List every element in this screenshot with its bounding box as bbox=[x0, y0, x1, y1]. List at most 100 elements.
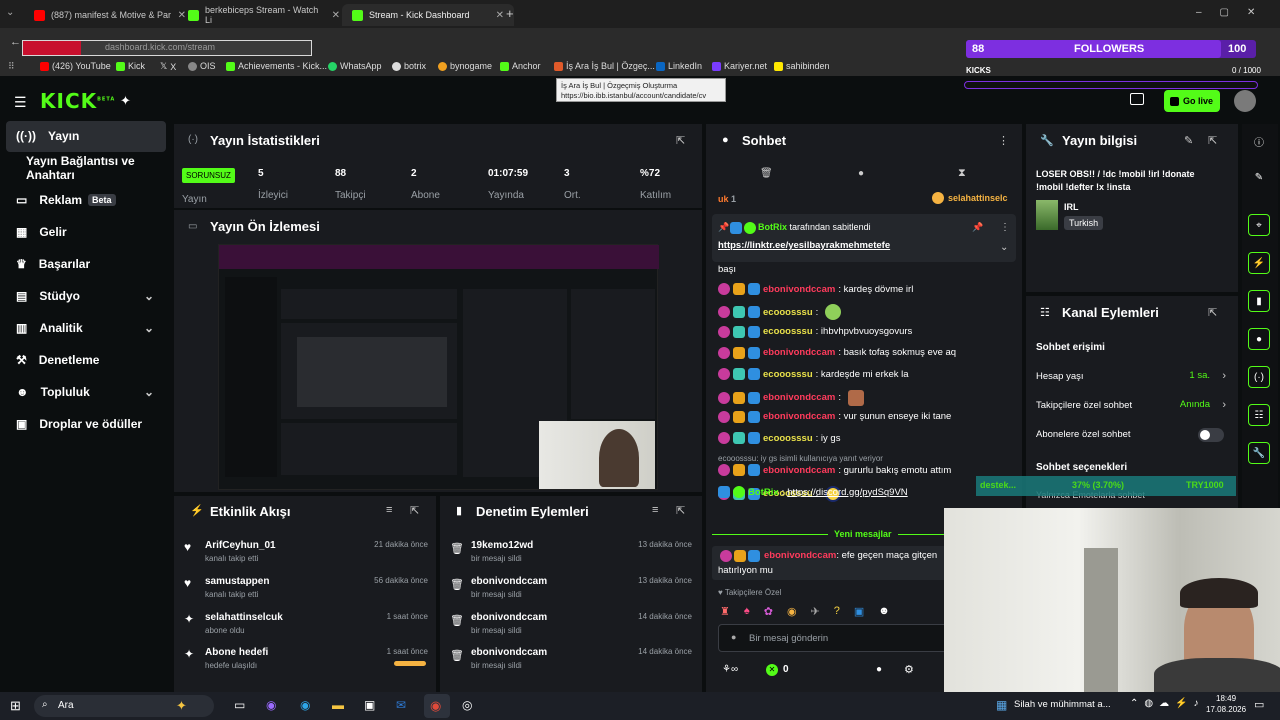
sidebar-item-topluluk[interactable]: ☻ Topluluk ⌄ bbox=[0, 377, 170, 407]
emote-icon[interactable]: ♜ bbox=[720, 605, 730, 618]
address-input[interactable]: dashboard.kick.com/stream bbox=[22, 40, 312, 56]
emote-icon[interactable]: ◉ bbox=[787, 605, 797, 618]
kicks-icon[interactable]: ✕ bbox=[766, 664, 778, 676]
chevron-down-icon[interactable]: ⌄ bbox=[144, 385, 154, 399]
popout-icon[interactable]: ⇱ bbox=[1208, 306, 1217, 319]
followers-only-row[interactable]: Takipçilere özel sohbet Anında › bbox=[1036, 399, 1226, 415]
sidebar-item-basarilar[interactable]: ♛ Başarılar bbox=[0, 249, 170, 279]
sidebar-item-analitik[interactable]: ▥ Analitik ⌄ bbox=[0, 313, 170, 343]
sidebar-item-yayin[interactable]: ((·)) Yayın bbox=[0, 121, 170, 151]
folder-icon[interactable]: ▬ bbox=[332, 698, 344, 712]
bookmark-anchor[interactable]: Anchor bbox=[500, 61, 541, 71]
emote-icon[interactable]: ✿ bbox=[764, 605, 773, 618]
sidebar-item-denetleme[interactable]: ⚒ Denetleme bbox=[0, 345, 170, 375]
emote-icon[interactable]: ✈ bbox=[811, 605, 820, 618]
store-icon[interactable]: ▣ bbox=[364, 698, 375, 712]
bookmark-achievements[interactable]: Achievements - Kick... bbox=[226, 61, 327, 71]
chat-bubble-icon[interactable]: ● bbox=[858, 168, 864, 179]
screen-icon[interactable] bbox=[1130, 93, 1144, 105]
bookmark-sahibinden[interactable]: sahibinden bbox=[774, 61, 830, 71]
avatar[interactable] bbox=[1234, 90, 1256, 112]
chat-username[interactable]: ebonivondccam bbox=[763, 411, 835, 422]
tray-icons[interactable]: ⌃◍☁⚡♪ bbox=[1130, 698, 1205, 709]
more-icon[interactable]: ⋮ bbox=[998, 134, 1009, 147]
back-icon[interactable]: ← bbox=[10, 36, 21, 48]
chat-username[interactable]: ecooosssu bbox=[763, 326, 813, 337]
popout-icon[interactable]: ⇱ bbox=[410, 504, 419, 517]
trash-icon[interactable]: 🗑 bbox=[760, 168, 773, 179]
filter-icon[interactable]: ≡ bbox=[386, 504, 392, 516]
bookmark-whatsapp[interactable]: WhatsApp bbox=[328, 61, 382, 71]
pin-icon[interactable]: ✦ bbox=[120, 93, 131, 109]
actions-icon[interactable]: ☷ bbox=[1248, 404, 1270, 426]
apps-icon[interactable]: ⠿ bbox=[8, 61, 15, 72]
emote-icon[interactable]: ♠ bbox=[744, 605, 750, 617]
bookmark-ois[interactable]: OIS bbox=[188, 61, 216, 71]
target-icon[interactable]: ⌖ bbox=[1248, 214, 1270, 236]
bookmark-isara[interactable]: İş Ara İş Bul | Özgeç... bbox=[554, 61, 655, 71]
news-icon[interactable]: ▦ bbox=[996, 698, 1007, 712]
sidebar-item-stream-key[interactable]: Yayın Bağlantısı ve Anahtarı bbox=[0, 153, 170, 183]
hourglass-icon[interactable]: ⧗ bbox=[958, 167, 966, 180]
mail-icon[interactable]: ✉ bbox=[396, 698, 406, 712]
settings-gear-icon[interactable]: ⚘∞ bbox=[722, 664, 738, 675]
chrome-taskbar-button[interactable]: ◉ bbox=[424, 694, 450, 718]
chat-link[interactable]: https://discord.gg/pydSq9VN bbox=[787, 487, 907, 498]
bolt-icon[interactable]: ⚡ bbox=[1248, 252, 1270, 274]
chat-username[interactable]: ecooosssu bbox=[763, 369, 813, 380]
bookmark-kick[interactable]: Kick bbox=[116, 61, 145, 71]
emote-icon[interactable]: ? bbox=[834, 605, 840, 617]
chat-icon[interactable]: ● bbox=[1248, 328, 1270, 350]
edge-icon[interactable]: ◉ bbox=[300, 698, 310, 712]
task-view-icon[interactable]: ▭ bbox=[234, 698, 245, 712]
clock-date[interactable]: 17.08.2026 bbox=[1206, 705, 1246, 714]
emote-icon[interactable]: ☻ bbox=[878, 605, 890, 617]
hamburger-icon[interactable]: ☰ bbox=[14, 94, 27, 111]
more-icon[interactable]: ⋮ bbox=[1000, 222, 1010, 233]
emoji-icon[interactable]: ● bbox=[731, 632, 736, 642]
chat-username[interactable]: ebonivondccam bbox=[763, 465, 835, 476]
popout-icon[interactable]: ⇱ bbox=[1208, 134, 1217, 147]
sidebar-item-gelir[interactable]: ▦ Gelir bbox=[0, 217, 170, 247]
edit-icon[interactable]: ✎ bbox=[1184, 134, 1193, 147]
notifications-icon[interactable]: ▭ bbox=[1254, 698, 1264, 711]
taskbar-search[interactable]: ⌕ Ara ✦ bbox=[34, 695, 214, 717]
tab-berkebiceps[interactable]: berkebiceps Stream - Watch Li ✕ bbox=[178, 4, 350, 26]
tab-youtube[interactable]: (887) manifest & Motive & Par ✕ bbox=[24, 4, 196, 26]
bookmark-linkedin[interactable]: LinkedIn bbox=[656, 61, 702, 71]
close-icon[interactable]: ✕ bbox=[332, 10, 340, 21]
popout-icon[interactable]: ⇱ bbox=[676, 134, 685, 147]
tab-list-icon[interactable]: ⌄ bbox=[6, 7, 22, 21]
chat-username[interactable]: ebonivondccam bbox=[763, 347, 835, 358]
popout-icon[interactable]: ⇱ bbox=[676, 504, 685, 517]
chevron-down-icon[interactable]: ⌄ bbox=[144, 321, 154, 335]
pen-icon[interactable]: ✎ bbox=[1248, 166, 1270, 188]
sidebar-item-reklam[interactable]: ▭ Reklam Beta bbox=[0, 185, 170, 215]
chat-username[interactable]: ecooosssu bbox=[763, 307, 813, 318]
obs-icon[interactable]: ◎ bbox=[462, 698, 472, 712]
chat-username[interactable]: ebonivondccam bbox=[763, 284, 835, 295]
go-live-button[interactable]: Go live bbox=[1164, 90, 1220, 112]
gear-icon[interactable]: ⚙ bbox=[904, 663, 914, 676]
bookmark-botrix[interactable]: botrix bbox=[392, 61, 426, 71]
news-text[interactable]: Silah ve mühimmat a... bbox=[1014, 699, 1111, 710]
windows-start-icon[interactable]: ⊞ bbox=[10, 698, 21, 714]
sidebar-item-droplar[interactable]: ▣ Droplar ve ödüller bbox=[0, 409, 170, 439]
tab-kick-dashboard[interactable]: Stream - Kick Dashboard ✕ bbox=[342, 4, 514, 26]
bookmark-kariyer[interactable]: Kariyer.net bbox=[712, 61, 767, 71]
emote-icon[interactable]: ▣ bbox=[854, 605, 864, 618]
new-tab-button[interactable]: + bbox=[506, 6, 514, 21]
filter-icon[interactable]: ≡ bbox=[652, 504, 658, 516]
chevron-down-icon[interactable]: ⌄ bbox=[1000, 242, 1008, 253]
sidebar-item-studyo[interactable]: ▤ Stüdyo ⌄ bbox=[0, 281, 170, 311]
chevron-down-icon[interactable]: ⌄ bbox=[144, 289, 154, 303]
account-age-row[interactable]: Hesap yaşı 1 sa. › bbox=[1036, 370, 1226, 386]
kick-logo[interactable]: KICKBETA bbox=[40, 89, 115, 113]
chat-username[interactable]: ebonivondccam bbox=[763, 392, 835, 403]
bookmark-bynogame[interactable]: bynogame bbox=[438, 61, 492, 71]
window-controls[interactable]: –▢✕ bbox=[1196, 7, 1273, 18]
close-icon[interactable]: ✕ bbox=[496, 10, 504, 21]
subs-only-toggle[interactable] bbox=[1198, 428, 1224, 442]
chat-username[interactable]: ecooosssu bbox=[763, 433, 813, 444]
broadcast-icon[interactable]: (·) bbox=[1248, 366, 1270, 388]
